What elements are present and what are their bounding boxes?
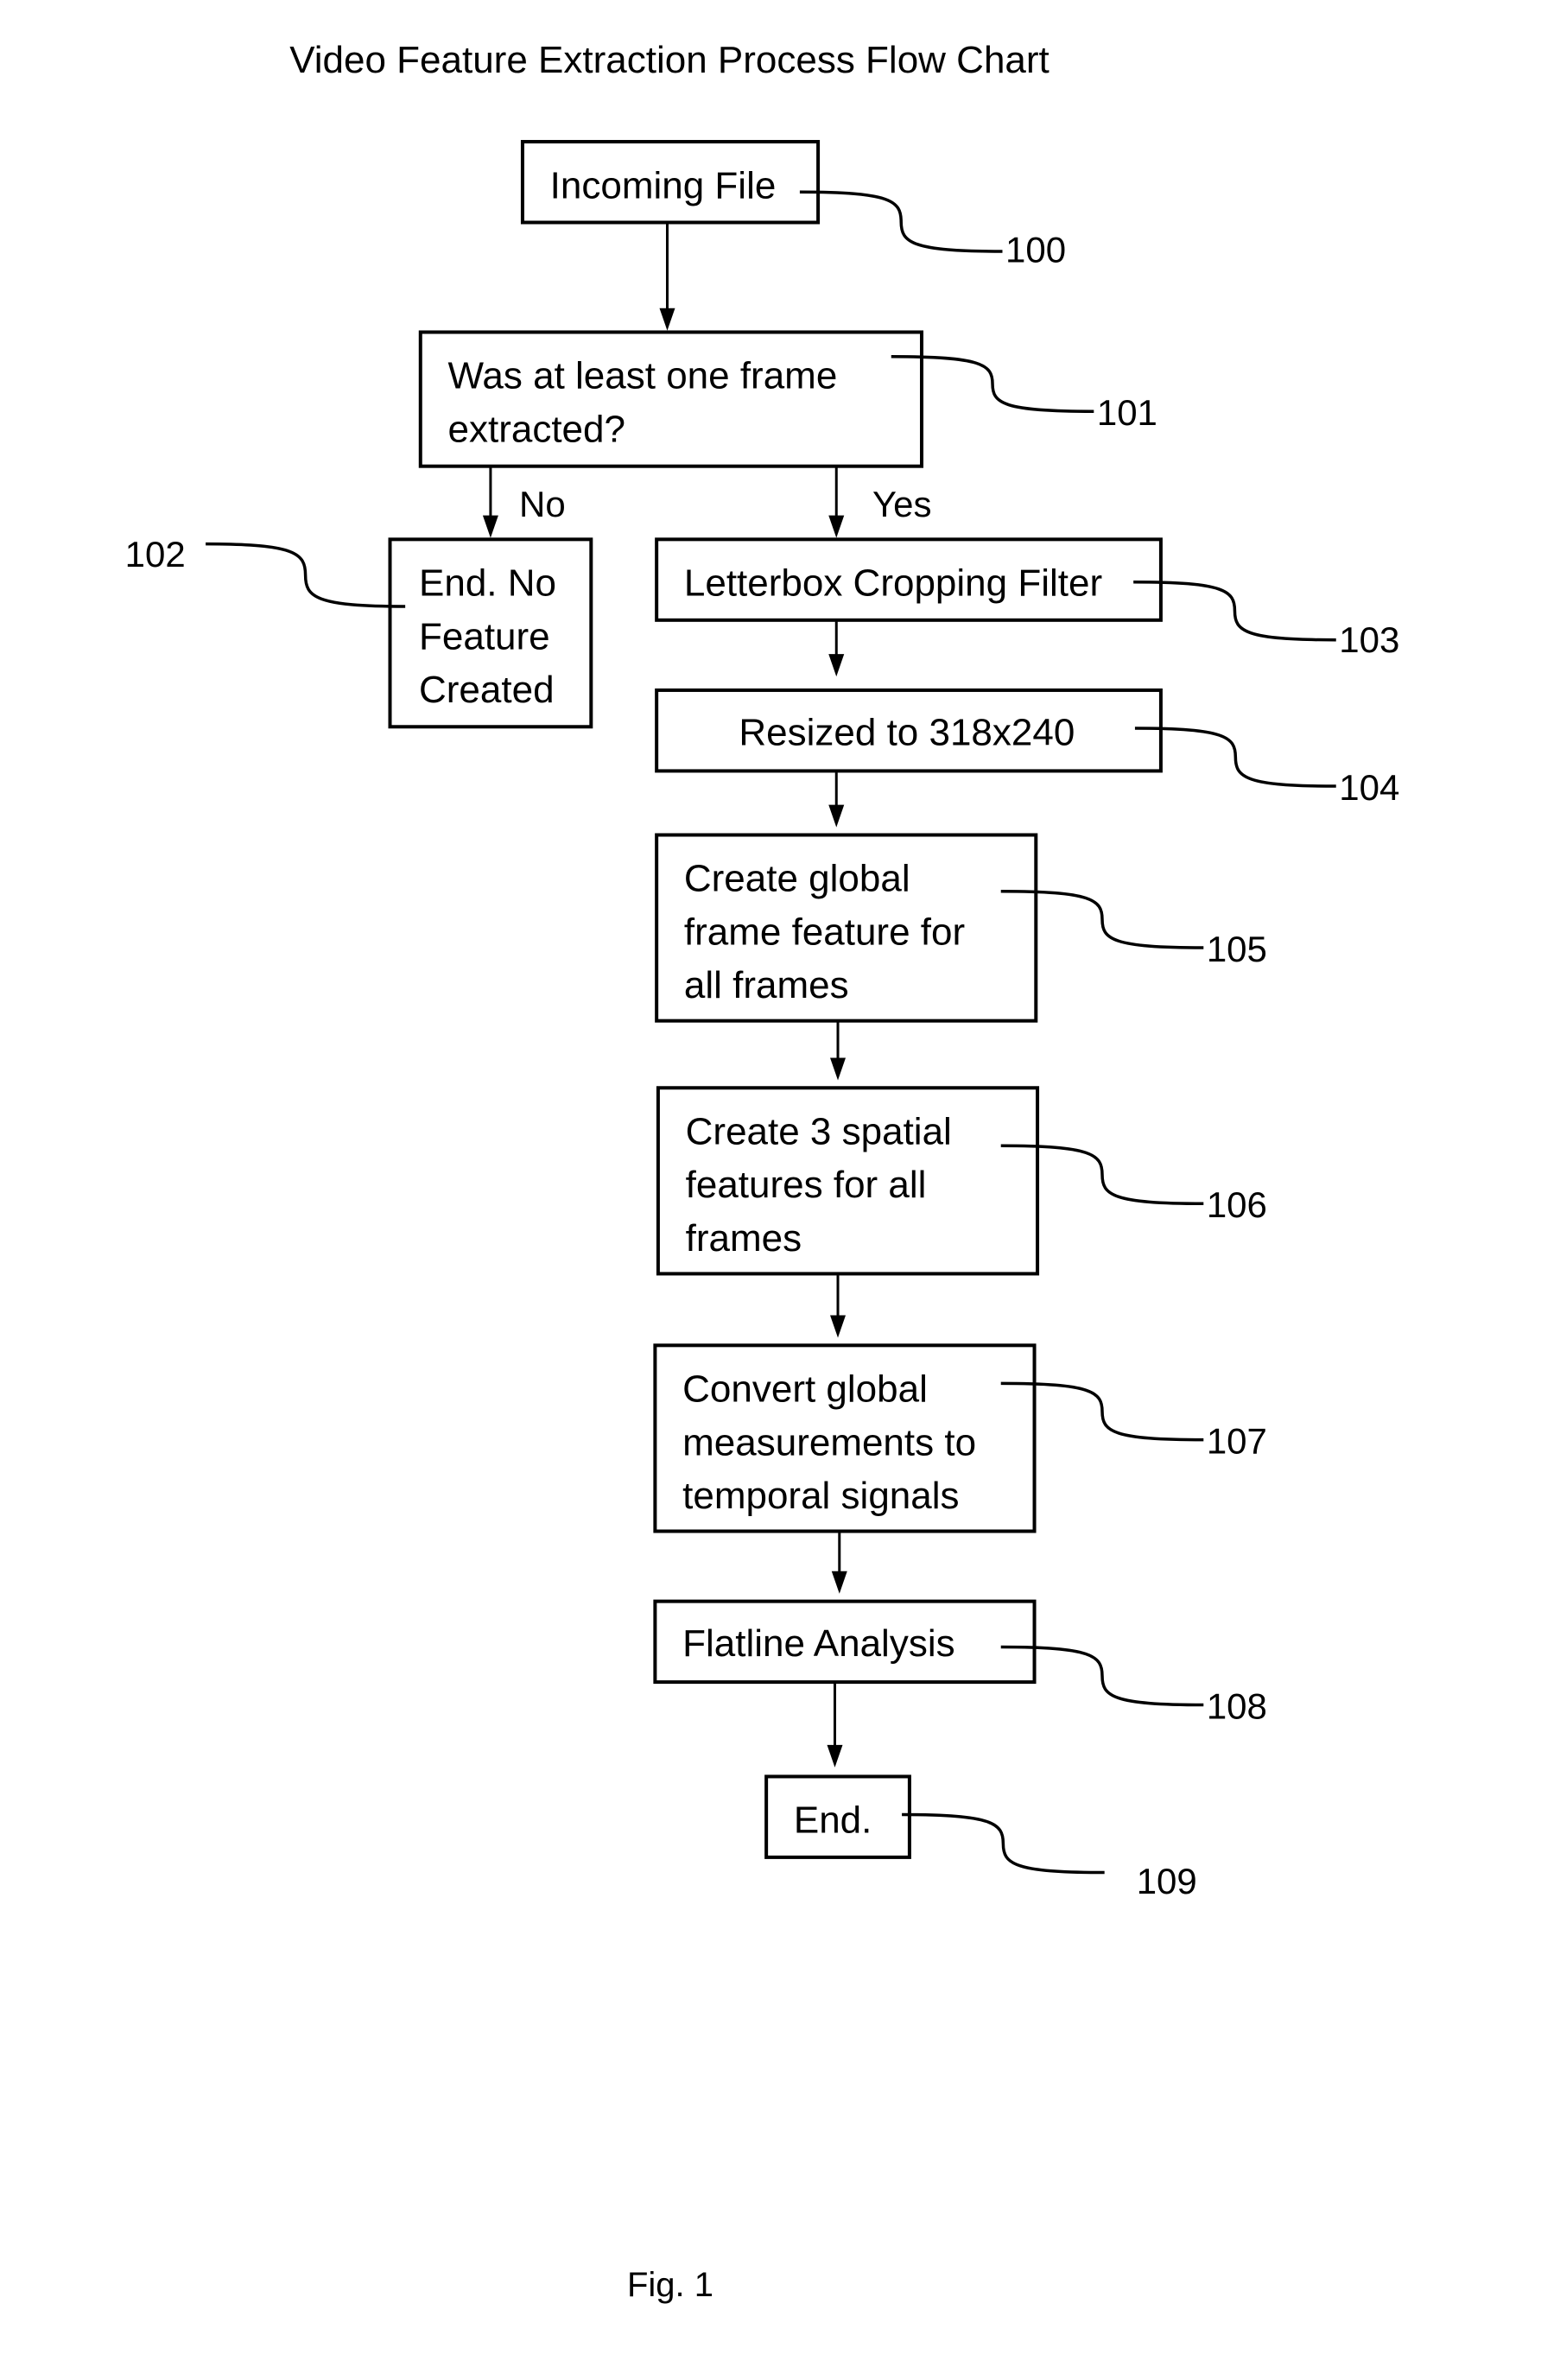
box-text-line: End. No (419, 562, 556, 605)
arrowhead-icon (828, 654, 845, 677)
branch-label-no: No (519, 484, 566, 524)
ref-leader-101: 101 (891, 354, 1157, 433)
ref-leader-104: 104 (1134, 727, 1399, 808)
box-text-line: Flatline Analysis (682, 1622, 954, 1665)
flow-arrow (482, 467, 498, 538)
chart-title: Video Feature Extraction Process Flow Ch… (289, 39, 1050, 81)
ref-leader-109: 109 (902, 1812, 1197, 1901)
ref-number: 107 (1207, 1421, 1267, 1462)
flow-arrow (830, 1022, 847, 1081)
process-box-104: Resized to 318x240 (655, 688, 1163, 773)
ref-number: 108 (1207, 1685, 1267, 1726)
arrowhead-icon (827, 1744, 843, 1768)
leader-line (206, 542, 406, 608)
box-text-line: Create global (684, 858, 910, 900)
ref-number: 100 (1005, 229, 1066, 270)
ref-number: 106 (1207, 1184, 1267, 1225)
flow-arrow (659, 224, 675, 331)
flow-arrow (831, 1533, 847, 1594)
ref-leader-107: 107 (1000, 1381, 1267, 1462)
box-text-line: Resized to 318x240 (739, 711, 1075, 753)
box-text-line: Convert global (682, 1368, 928, 1411)
ref-number: 104 (1339, 767, 1399, 808)
box-text-line: Created (419, 669, 555, 711)
arrowhead-icon (831, 1571, 847, 1594)
box-text-line: measurements to (682, 1421, 976, 1463)
box-text-line: all frames (684, 964, 849, 1006)
flow-arrow (828, 467, 845, 538)
box-text-line: Incoming File (550, 164, 777, 206)
box-text-line: Create 3 spatial (686, 1111, 952, 1153)
process-box-105: Create global frame feature for all frames (655, 833, 1038, 1023)
process-box-103: Letterbox Cropping Filter (655, 537, 1163, 622)
leader-line (1134, 727, 1336, 788)
box-text-line: features for all (686, 1164, 927, 1206)
box-text-line: Feature (419, 615, 550, 657)
figure-label: Fig. 1 (627, 2266, 713, 2304)
arrowhead-icon (830, 1315, 847, 1338)
ref-leader-105: 105 (1000, 890, 1267, 969)
process-boxes: Incoming File Was at least one frame extra… (388, 140, 1163, 1859)
ref-number: 101 (1097, 392, 1157, 433)
branch-label-yes: Yes (872, 484, 932, 524)
ref-leader-108: 108 (1000, 1645, 1267, 1726)
arrowhead-icon (828, 515, 845, 538)
box-text-line: temporal signals (682, 1475, 959, 1517)
process-box-100: Incoming File (520, 140, 821, 225)
box-text-line: End. (794, 1799, 872, 1842)
box-text-line: extracted? (448, 408, 625, 450)
process-box-109: End. (764, 1774, 911, 1859)
ref-leader-102: 102 (125, 534, 406, 608)
ref-number: 105 (1207, 929, 1267, 969)
process-box-107: Convert global measurements to temporal si… (653, 1343, 1037, 1533)
leader-line (902, 1812, 1105, 1875)
ref-number: 103 (1339, 619, 1399, 660)
process-box-106: Create 3 spatial features for all frames (656, 1086, 1040, 1276)
process-box-102: End. No Feature Created (388, 537, 593, 729)
flow-arrow (828, 772, 845, 828)
ref-leader-100: 100 (799, 190, 1066, 270)
ref-leader-103: 103 (1133, 580, 1399, 660)
arrowhead-icon (659, 308, 675, 331)
arrowhead-icon (828, 804, 845, 828)
leader-line (799, 190, 1003, 253)
flow-arrow (828, 621, 845, 677)
ref-leader-106: 106 (1000, 1144, 1267, 1225)
flow-arrow (830, 1275, 847, 1338)
process-box-101: Was at least one frame extracted? (418, 330, 924, 468)
box-text-line: frame feature for (684, 911, 965, 953)
box-text-line: Was at least one frame (448, 355, 838, 397)
flow-arrow (827, 1683, 843, 1768)
process-box-108: Flatline Analysis (653, 1599, 1037, 1685)
arrowhead-icon (482, 515, 498, 538)
leader-line (1133, 580, 1336, 642)
box-text-line: Letterbox Cropping Filter (684, 562, 1102, 605)
arrowhead-icon (830, 1057, 847, 1081)
ref-number: 102 (125, 534, 186, 574)
flowchart: Video Feature Extraction Process Flow Ch… (125, 39, 1400, 2304)
box-text-line: frames (686, 1217, 802, 1260)
ref-number: 109 (1137, 1861, 1197, 1901)
